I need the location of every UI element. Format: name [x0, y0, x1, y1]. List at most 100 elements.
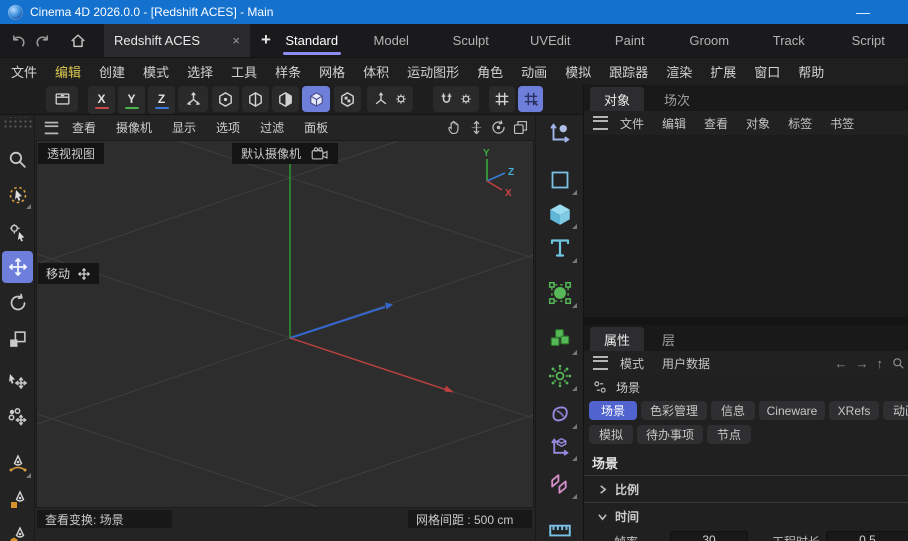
viewport-menu-panel[interactable]: 面板 — [294, 119, 338, 136]
layout-tab-groom[interactable]: Groom — [670, 24, 750, 57]
section-tab-cineware[interactable]: Cineware — [759, 401, 825, 420]
project-box-icon[interactable] — [46, 86, 78, 112]
home-icon[interactable] — [68, 31, 88, 51]
menubar-item-window[interactable]: 窗口 — [745, 62, 789, 81]
camera-label-group[interactable]: 默认摄像机 — [232, 143, 338, 164]
menubar-item-select[interactable]: 选择 — [178, 62, 222, 81]
om-menu-file[interactable]: 文件 — [611, 115, 653, 132]
tab-layers[interactable]: 层 — [648, 327, 689, 351]
viewport-menu-options[interactable]: 选项 — [206, 119, 250, 136]
spline-square-icon[interactable] — [2, 484, 33, 516]
am-menu-mode[interactable]: 模式 — [611, 355, 653, 372]
snap-button[interactable] — [433, 86, 479, 112]
menubar-item-mograph[interactable]: 运动图形 — [398, 62, 468, 81]
viewport-menu-icon[interactable] — [45, 121, 59, 134]
transfer-tool-icon[interactable] — [2, 366, 33, 398]
viewport-menu-view[interactable]: 查看 — [62, 119, 106, 136]
attribute-manager-menu-icon[interactable] — [593, 356, 608, 370]
axis-tool-icon[interactable] — [178, 86, 208, 112]
layout-tab-script[interactable]: Script — [829, 24, 908, 57]
layout-tab-track[interactable]: Track — [749, 24, 829, 57]
section-tab-info[interactable]: 信息 — [711, 401, 755, 420]
drag-handle-icon[interactable] — [2, 117, 33, 129]
project-duration-input[interactable] — [826, 531, 908, 541]
layout-tab-uvedit[interactable]: UVEdit — [511, 24, 591, 57]
lock-y-axis-button[interactable]: Y — [118, 86, 145, 114]
field-icon[interactable] — [541, 467, 579, 501]
coordinates-icon[interactable] — [541, 116, 579, 150]
tab-attributes[interactable]: 属性 — [590, 327, 644, 351]
live-selection-icon[interactable] — [2, 179, 33, 211]
polygons-mode-icon[interactable] — [272, 86, 299, 112]
group-scale[interactable]: 比例 — [584, 475, 908, 502]
menubar-item-create[interactable]: 创建 — [90, 62, 134, 81]
model-mode-icon[interactable] — [302, 86, 330, 112]
panel-splitter[interactable] — [584, 317, 908, 325]
om-menu-edit[interactable]: 编辑 — [653, 115, 695, 132]
back-arrow-icon[interactable]: ← — [835, 356, 848, 371]
menubar-item-render[interactable]: 渲染 — [657, 62, 701, 81]
layout-tab-paint[interactable]: Paint — [590, 24, 670, 57]
spline-pen-icon[interactable] — [2, 448, 33, 480]
simulation-gear-icon[interactable] — [541, 359, 579, 393]
text-object-icon[interactable] — [541, 231, 579, 265]
spline-hex-icon[interactable] — [2, 520, 33, 541]
menubar-item-tracker[interactable]: 跟踪器 — [600, 62, 657, 81]
lock-z-axis-button[interactable]: Z — [148, 86, 175, 114]
menubar-item-tools[interactable]: 工具 — [222, 62, 266, 81]
menubar-item-spline[interactable]: 样条 — [266, 62, 310, 81]
section-tab-simulation[interactable]: 模拟 — [589, 425, 633, 444]
menubar-item-edit[interactable]: 编辑 — [46, 62, 90, 81]
menubar-item-mode[interactable]: 模式 — [134, 62, 178, 81]
tag-icon[interactable] — [541, 513, 579, 541]
grid-icon[interactable] — [489, 86, 515, 112]
section-tab-animation[interactable]: 动画 — [883, 401, 908, 420]
deformer-icon[interactable] — [541, 397, 579, 431]
move-tool-icon[interactable] — [2, 251, 33, 283]
tweak-tool-icon[interactable] — [2, 215, 33, 247]
om-menu-view[interactable]: 查看 — [695, 115, 737, 132]
om-menu-objects[interactable]: 对象 — [737, 115, 779, 132]
viewport-menu-display[interactable]: 显示 — [162, 119, 206, 136]
spline-rect-icon[interactable] — [541, 163, 579, 197]
menubar-item-simulate[interactable]: 模拟 — [556, 62, 600, 81]
om-menu-tags[interactable]: 标签 — [779, 115, 821, 132]
rotate-tool-icon[interactable] — [2, 287, 33, 319]
menubar-item-extensions[interactable]: 扩展 — [701, 62, 745, 81]
menubar-item-character[interactable]: 角色 — [468, 62, 512, 81]
section-tab-nodes[interactable]: 节点 — [707, 425, 751, 444]
layout-tab-standard[interactable]: Standard — [272, 24, 352, 57]
minimize-button[interactable]: — — [848, 5, 878, 19]
view-label[interactable]: 透视视图 — [38, 143, 104, 164]
om-menu-bookmarks[interactable]: 书签 — [821, 115, 863, 132]
menubar-item-help[interactable]: 帮助 — [789, 62, 833, 81]
section-tab-todo[interactable]: 待办事项 — [637, 425, 703, 444]
dolly-view-icon[interactable] — [468, 119, 485, 136]
viewport-menu-filter[interactable]: 过滤 — [250, 119, 294, 136]
section-tab-scene[interactable]: 场景 — [589, 401, 637, 420]
tab-objects[interactable]: 对象 — [590, 87, 644, 111]
points-mode-icon[interactable] — [212, 86, 239, 112]
orbit-view-icon[interactable] — [490, 119, 507, 136]
viewport-menu-cameras[interactable]: 摄像机 — [106, 119, 162, 136]
multi-move-icon[interactable] — [2, 402, 33, 434]
workplane-button[interactable] — [367, 86, 413, 112]
search-icon[interactable] — [891, 356, 905, 370]
toggle-views-icon[interactable] — [512, 119, 529, 136]
texture-mode-icon[interactable] — [334, 86, 361, 112]
am-menu-userdata[interactable]: 用户数据 — [653, 355, 719, 372]
layout-tab-model[interactable]: Model — [352, 24, 432, 57]
zoom-tool-icon[interactable] — [2, 143, 33, 175]
drag-handle-icon[interactable] — [548, 86, 560, 112]
null-axis-icon[interactable] — [541, 429, 579, 463]
cube-object-icon[interactable] — [541, 197, 579, 231]
document-tab[interactable]: Redshift ACES × — [104, 24, 250, 57]
object-manager-menu-icon[interactable] — [593, 116, 608, 130]
pan-view-icon[interactable] — [446, 119, 463, 136]
lock-x-axis-button[interactable]: X — [88, 86, 115, 114]
generator-icon[interactable] — [541, 276, 579, 310]
group-time[interactable]: 时间 — [584, 502, 908, 529]
fps-input[interactable] — [670, 531, 748, 541]
layout-tab-sculpt[interactable]: Sculpt — [431, 24, 511, 57]
object-manager-list[interactable] — [584, 135, 908, 317]
